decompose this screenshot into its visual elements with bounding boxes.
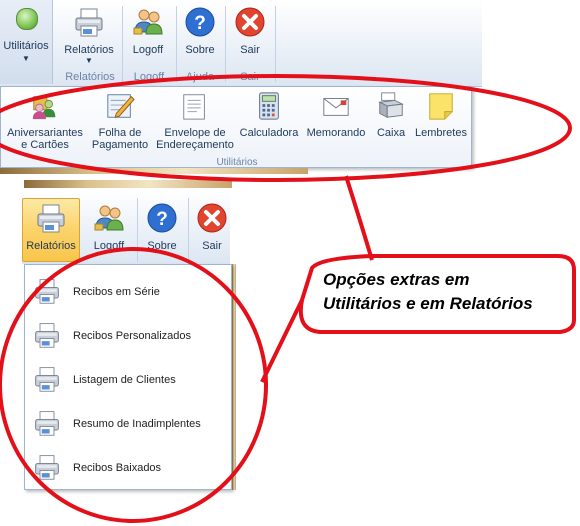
annotation-connector-top <box>344 175 374 261</box>
annotation-ellipse-utilitarios <box>0 74 572 182</box>
annotation-connector-bottom <box>260 299 304 383</box>
annotation-overlay <box>0 74 576 523</box>
callout-text: Opções extras em Utilitários e em Relató… <box>323 268 573 316</box>
callout-line-2: Utilitários e em Relatórios <box>323 294 533 313</box>
annotation-ellipse-relatorios <box>0 247 268 523</box>
callout-line-1: Opções extras em <box>323 270 470 289</box>
